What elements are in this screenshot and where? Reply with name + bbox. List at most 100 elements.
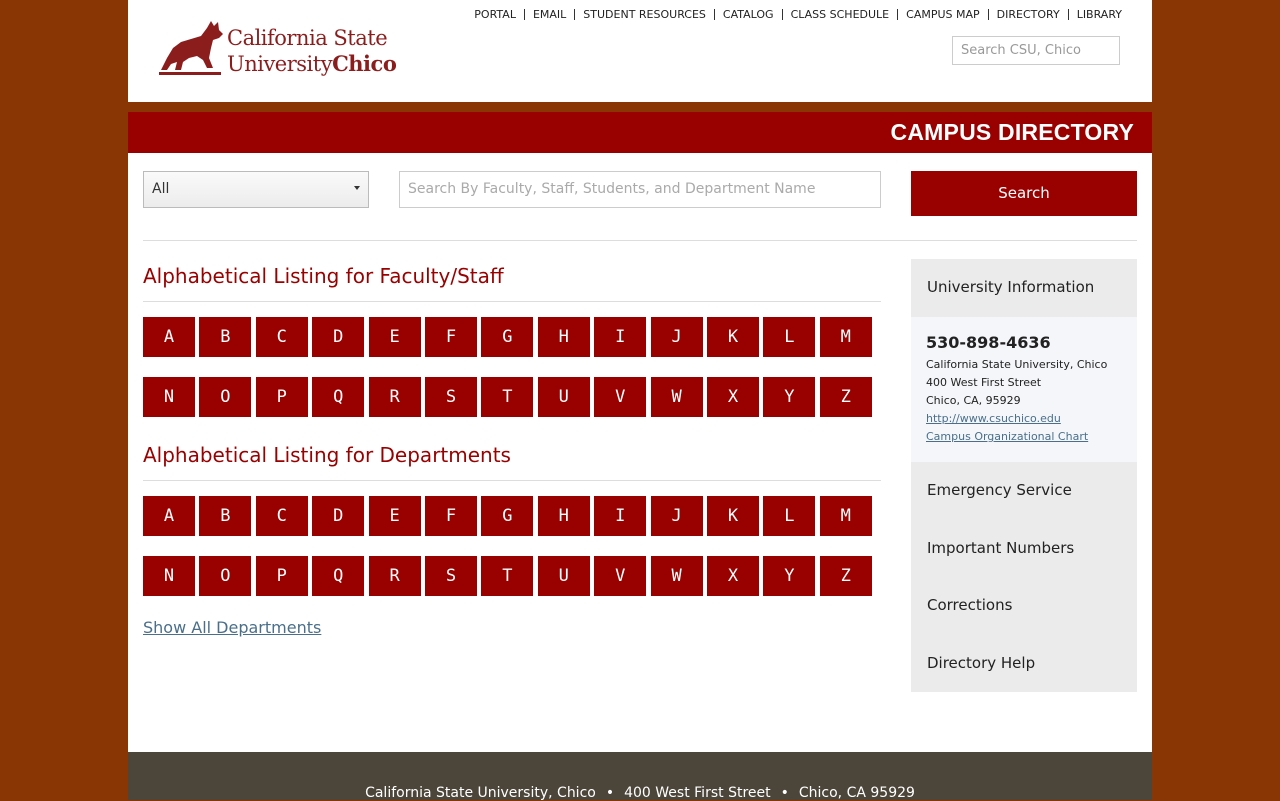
departments-listing-title: Alphabetical Listing for Departments <box>143 443 511 467</box>
department-letter-button[interactable]: H <box>537 496 590 536</box>
nav-email[interactable]: EMAIL <box>533 8 566 21</box>
university-logo[interactable]: California State UniversityChico <box>157 18 397 78</box>
faculty-letter-button[interactable]: N <box>143 377 195 417</box>
department-letter-button[interactable]: Q <box>312 556 365 596</box>
address-line: 400 West First Street <box>926 376 1042 389</box>
department-letter-button[interactable]: M <box>819 496 872 536</box>
nav-catalog[interactable]: CATALOG <box>723 8 774 21</box>
faculty-letter-button[interactable]: C <box>255 317 308 357</box>
faculty-letter-button[interactable]: U <box>537 377 590 417</box>
faculty-letter-button[interactable]: W <box>650 377 703 417</box>
footer-university-name: California State University, Chico <box>365 785 596 801</box>
faculty-letter-button[interactable]: T <box>481 377 534 417</box>
department-letter-button[interactable]: E <box>368 496 421 536</box>
department-letter-button[interactable]: X <box>707 556 759 596</box>
faculty-letter-button[interactable]: K <box>707 317 759 357</box>
faculty-letter-button[interactable]: H <box>537 317 590 357</box>
nav-class-schedule[interactable]: CLASS SCHEDULE <box>791 8 890 21</box>
directory-search-input[interactable]: Search By Faculty, Staff, Students, and … <box>399 171 881 208</box>
faculty-letter-button[interactable]: Z <box>819 377 872 417</box>
department-letter-button[interactable]: A <box>143 496 195 536</box>
page-title: CAMPUS DIRECTORY <box>890 119 1134 145</box>
faculty-letter-button[interactable]: Y <box>763 377 816 417</box>
logo-line2: UniversityChico <box>227 51 397 76</box>
department-letter-button[interactable]: Y <box>763 556 816 596</box>
sidebar-item-corrections[interactable]: Corrections <box>927 596 1012 614</box>
department-letter-button[interactable]: C <box>255 496 308 536</box>
directory-filter-select[interactable]: All <box>143 171 369 208</box>
faculty-listing-title: Alphabetical Listing for Faculty/Staff <box>143 264 504 288</box>
faculty-letter-button[interactable]: V <box>594 377 647 417</box>
department-letter-button[interactable]: L <box>763 496 816 536</box>
department-letter-button[interactable]: F <box>425 496 477 536</box>
faculty-letter-button[interactable]: R <box>368 377 421 417</box>
address-line: California State University, Chico <box>926 358 1108 371</box>
sidebar-item-directory-help[interactable]: Directory Help <box>927 654 1035 672</box>
search-button[interactable]: Search <box>911 171 1137 216</box>
chevron-down-icon <box>354 186 360 190</box>
department-letter-button[interactable]: I <box>594 496 647 536</box>
site-header: California State UniversityChico PORTAL … <box>128 0 1152 102</box>
logo-wordmark: California State UniversityChico <box>227 26 397 77</box>
university-info-panel: 530-898-4636 California State University… <box>911 317 1137 462</box>
header-divider <box>128 102 1152 112</box>
faculty-letter-button[interactable]: F <box>425 317 477 357</box>
faculty-letter-button[interactable]: B <box>199 317 252 357</box>
divider <box>143 240 1137 241</box>
faculty-letter-row: ABCDEFGHIJKLM <box>143 317 881 357</box>
faculty-letter-button[interactable]: S <box>425 377 477 417</box>
sidebar-item-university-information[interactable]: University Information <box>927 278 1094 296</box>
faculty-letter-button[interactable]: J <box>650 317 703 357</box>
department-letter-button[interactable]: N <box>143 556 195 596</box>
faculty-letter-button[interactable]: M <box>819 317 872 357</box>
department-letter-button[interactable]: K <box>707 496 759 536</box>
department-letter-button[interactable]: D <box>312 496 365 536</box>
faculty-letter-button[interactable]: G <box>481 317 534 357</box>
address-line: Chico, CA, 95929 <box>926 394 1021 407</box>
nav-portal[interactable]: PORTAL <box>474 8 516 21</box>
department-letter-button[interactable]: Z <box>819 556 872 596</box>
department-letter-button[interactable]: V <box>594 556 647 596</box>
department-letter-button[interactable]: P <box>255 556 308 596</box>
faculty-letter-row: NOPQRSTUVWXYZ <box>143 377 881 417</box>
department-letter-button[interactable]: B <box>199 496 252 536</box>
nav-student-resources[interactable]: STUDENT RESOURCES <box>583 8 706 21</box>
site-search-input[interactable]: Search CSU, Chico <box>952 36 1120 65</box>
faculty-letter-button[interactable]: I <box>594 317 647 357</box>
faculty-letter-button[interactable]: E <box>368 317 421 357</box>
faculty-letter-button[interactable]: P <box>255 377 308 417</box>
faculty-letter-button[interactable]: L <box>763 317 816 357</box>
utility-nav: PORTAL EMAIL STUDENT RESOURCES CATALOG C… <box>474 8 1122 21</box>
wildcat-logo-icon <box>159 21 223 75</box>
footer-street: 400 West First Street <box>624 785 771 801</box>
nav-library[interactable]: LIBRARY <box>1077 8 1122 21</box>
department-letter-button[interactable]: R <box>368 556 421 596</box>
sidebar-item-important-numbers[interactable]: Important Numbers <box>927 539 1074 557</box>
department-letter-button[interactable]: J <box>650 496 703 536</box>
sidebar: University Information 530-898-4636 Cali… <box>911 259 1137 692</box>
faculty-letter-button[interactable]: A <box>143 317 195 357</box>
faculty-letter-button[interactable]: O <box>199 377 252 417</box>
divider <box>143 480 881 481</box>
faculty-letter-button[interactable]: X <box>707 377 759 417</box>
department-letter-row: ABCDEFGHIJKLM <box>143 496 881 536</box>
page-banner: CAMPUS DIRECTORY <box>128 112 1152 153</box>
department-letter-button[interactable]: O <box>199 556 252 596</box>
sidebar-item-emergency-service[interactable]: Emergency Service <box>927 481 1072 499</box>
nav-directory[interactable]: DIRECTORY <box>997 8 1060 21</box>
filter-selected-value: All <box>152 181 170 197</box>
department-letter-button[interactable]: W <box>650 556 703 596</box>
department-letter-button[interactable]: S <box>425 556 477 596</box>
org-chart-link[interactable]: Campus Organizational Chart <box>926 430 1088 443</box>
website-link[interactable]: http://www.csuchico.edu <box>926 412 1061 425</box>
divider <box>143 301 881 302</box>
department-letter-button[interactable]: T <box>481 556 534 596</box>
department-letter-button[interactable]: U <box>537 556 590 596</box>
faculty-letter-button[interactable]: Q <box>312 377 365 417</box>
faculty-letter-button[interactable]: D <box>312 317 365 357</box>
page: California State UniversityChico PORTAL … <box>128 0 1152 801</box>
department-letter-row: NOPQRSTUVWXYZ <box>143 556 881 596</box>
show-all-departments-link[interactable]: Show All Departments <box>143 618 321 637</box>
department-letter-button[interactable]: G <box>481 496 534 536</box>
nav-campus-map[interactable]: CAMPUS MAP <box>906 8 980 21</box>
